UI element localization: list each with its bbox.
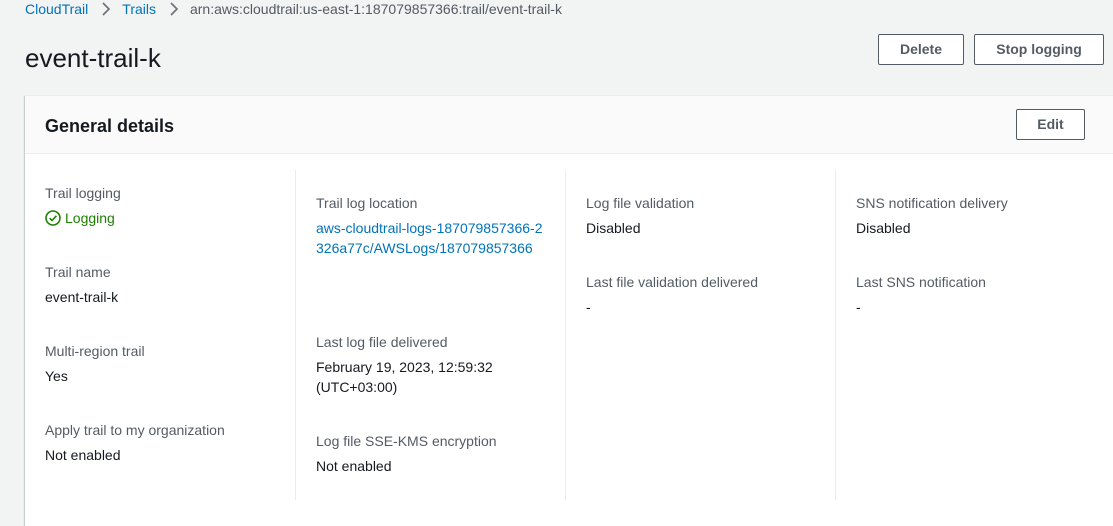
field-sns-delivery: SNS notification delivery Disabled [856,193,1008,238]
field-label: Trail name [45,264,111,280]
field-label: Trail log location [316,195,418,211]
field-last-validation: Last file validation delivered - [586,272,758,317]
field-sse-kms: Log file SSE-KMS encryption Not enabled [316,431,497,476]
field-label: Last file validation delivered [586,274,758,290]
field-label: Trail logging [45,185,121,201]
field-value: event-trail-k [45,289,119,305]
field-value: - [586,299,591,315]
field-label: Multi-region trail [45,343,145,359]
field-value: Not enabled [316,458,392,474]
breadcrumb-cloudtrail[interactable]: CloudTrail [25,0,88,18]
field-value: Not enabled [45,447,121,463]
status-logging: Logging [45,208,121,228]
field-value: Yes [45,368,68,384]
field-label: Apply trail to my organization [45,422,225,438]
field-log-location: Trail log location aws-cloudtrail-logs-1… [316,193,544,258]
log-location-link[interactable]: aws-cloudtrail-logs-187079857366-2326a77… [316,218,544,258]
field-value: Disabled [586,220,641,236]
chevron-right-icon [101,2,111,16]
chevron-right-icon [169,2,179,16]
field-value: Disabled [856,220,911,236]
check-circle-icon [45,210,61,226]
status-text: Logging [65,210,115,226]
details-column-4: SNS notification delivery Disabled Last … [835,170,1106,500]
field-label: Last log file delivered [316,334,448,350]
field-label: Last SNS notification [856,274,986,290]
field-value: February 19, 2023, 12:59:32 (UTC+03:00) [316,357,493,397]
field-apply-org: Apply trail to my organization Not enabl… [45,420,225,465]
field-trail-logging: Trail logging Logging [45,183,121,228]
breadcrumb-current: arn:aws:cloudtrail:us-east-1:18707985736… [189,1,562,17]
panel-title: General details [45,116,175,136]
edit-button[interactable]: Edit [1016,109,1085,140]
field-value: - [856,299,861,315]
page-title: event-trail-k [25,43,161,73]
stop-logging-button[interactable]: Stop logging [974,34,1104,65]
field-trail-name: Trail name event-trail-k [45,262,118,307]
general-details-panel: General details Edit Trail logging Loggi… [25,95,1113,526]
panel-header: General details Edit [25,96,1113,154]
details-columns: Trail logging Logging Trail name event-t… [25,154,1113,526]
field-log-validation: Log file validation Disabled [586,193,694,238]
last-log-timezone: (UTC+03:00) [316,379,398,395]
details-column-1: Trail logging Logging Trail name event-t… [25,170,295,500]
field-label: Log file validation [586,195,695,211]
header-actions: Delete Stop logging [878,34,1104,65]
details-column-3: Log file validation Disabled Last file v… [565,170,836,500]
breadcrumb-trails[interactable]: Trails [122,0,156,18]
breadcrumb: CloudTrail Trails arn:aws:cloudtrail:us-… [25,0,562,18]
last-log-datetime: February 19, 2023, 12:59:32 [316,359,493,375]
field-label: SNS notification delivery [856,195,1008,211]
field-multi-region: Multi-region trail Yes [45,341,145,386]
field-label: Log file SSE-KMS encryption [316,433,497,449]
details-column-2: Trail log location aws-cloudtrail-logs-1… [295,170,566,500]
field-last-sns: Last SNS notification - [856,272,986,317]
delete-button[interactable]: Delete [878,34,964,65]
field-last-log: Last log file delivered February 19, 202… [316,332,493,397]
